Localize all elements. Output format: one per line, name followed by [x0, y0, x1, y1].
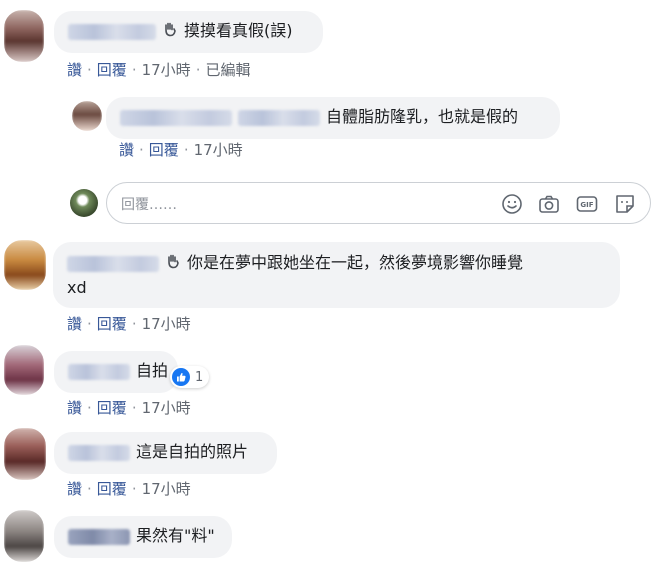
- comment-text-line2: xd: [67, 277, 87, 297]
- sticker-icon[interactable]: [613, 192, 637, 216]
- timestamp[interactable]: 17小時: [142, 61, 191, 79]
- avatar[interactable]: [4, 345, 44, 395]
- timestamp[interactable]: 17小時: [194, 141, 243, 159]
- my-avatar: [70, 189, 98, 217]
- comment-text: 果然有"料": [136, 526, 215, 545]
- like-link[interactable]: 讚: [119, 141, 134, 159]
- timestamp[interactable]: 17小時: [142, 315, 191, 333]
- reaction-number: 1: [195, 369, 204, 385]
- avatar[interactable]: [72, 101, 102, 131]
- avatar[interactable]: [4, 10, 44, 62]
- reply-link[interactable]: 回覆: [97, 315, 127, 333]
- avatar[interactable]: [4, 240, 46, 290]
- comment-bubble: 自拍: [54, 351, 178, 393]
- comment-bubble: 這是自拍的照片: [54, 432, 277, 474]
- gif-icon[interactable]: GIF: [575, 192, 599, 216]
- avatar[interactable]: [4, 428, 46, 480]
- comment-bubble: 果然有"料": [54, 516, 232, 558]
- comment-text: 自體脂肪隆乳，也就是假的: [326, 107, 519, 126]
- edited-label[interactable]: 已編輯: [205, 61, 250, 79]
- reply-input[interactable]: 回覆…… GIF: [106, 182, 651, 224]
- like-link[interactable]: 讚: [67, 315, 82, 333]
- reply-link[interactable]: 回覆: [97, 480, 127, 498]
- comment-actions: 讚 · 回覆 · 17小時: [67, 479, 191, 499]
- camera-icon[interactable]: [537, 192, 561, 216]
- like-link[interactable]: 讚: [67, 61, 82, 79]
- commenter-name[interactable]: [68, 444, 130, 461]
- wave-hand-icon: [162, 21, 178, 43]
- svg-text:GIF: GIF: [580, 201, 593, 209]
- reply-link[interactable]: 回覆: [97, 61, 127, 79]
- commenter-name[interactable]: [67, 255, 159, 272]
- comment-actions: 讚 · 回覆 · 17小時: [67, 398, 191, 418]
- reaction-count[interactable]: 1: [170, 366, 210, 388]
- timestamp[interactable]: 17小時: [142, 399, 191, 417]
- wave-hand-icon: [165, 252, 181, 276]
- comment-bubble: 你是在夢中跟她坐在一起，然後夢境影響你睡覺 xd: [53, 242, 620, 308]
- comment-actions: 讚 · 回覆 · 17小時: [119, 140, 243, 160]
- commenter-name[interactable]: [68, 23, 156, 40]
- avatar[interactable]: [4, 510, 44, 562]
- emoji-icon[interactable]: [500, 192, 524, 216]
- reply-placeholder: 回覆……: [121, 197, 177, 213]
- reply-link[interactable]: 回覆: [97, 399, 127, 417]
- commenter-name-2: [238, 109, 320, 126]
- comment-text: 自拍: [136, 361, 169, 380]
- timestamp[interactable]: 17小時: [142, 480, 191, 498]
- commenter-name[interactable]: [68, 363, 130, 380]
- comment-text: 摸摸看真假(誤): [184, 21, 293, 40]
- comment-bubble: 自體脂肪隆乳，也就是假的: [106, 97, 560, 139]
- commenter-name[interactable]: [120, 109, 232, 126]
- like-link[interactable]: 讚: [67, 399, 82, 417]
- like-icon: [172, 368, 190, 386]
- commenter-name[interactable]: [68, 528, 130, 545]
- comment-actions: 讚 · 回覆 · 17小時 · 已編輯: [67, 60, 251, 80]
- reply-link[interactable]: 回覆: [149, 141, 179, 159]
- comment-bubble: 摸摸看真假(誤): [54, 11, 323, 53]
- like-link[interactable]: 讚: [67, 480, 82, 498]
- comment-actions: 讚 · 回覆 · 17小時: [67, 314, 191, 334]
- comment-text: 你是在夢中跟她坐在一起，然後夢境影響你睡覺: [187, 253, 524, 272]
- comment-text: 這是自拍的照片: [136, 442, 249, 461]
